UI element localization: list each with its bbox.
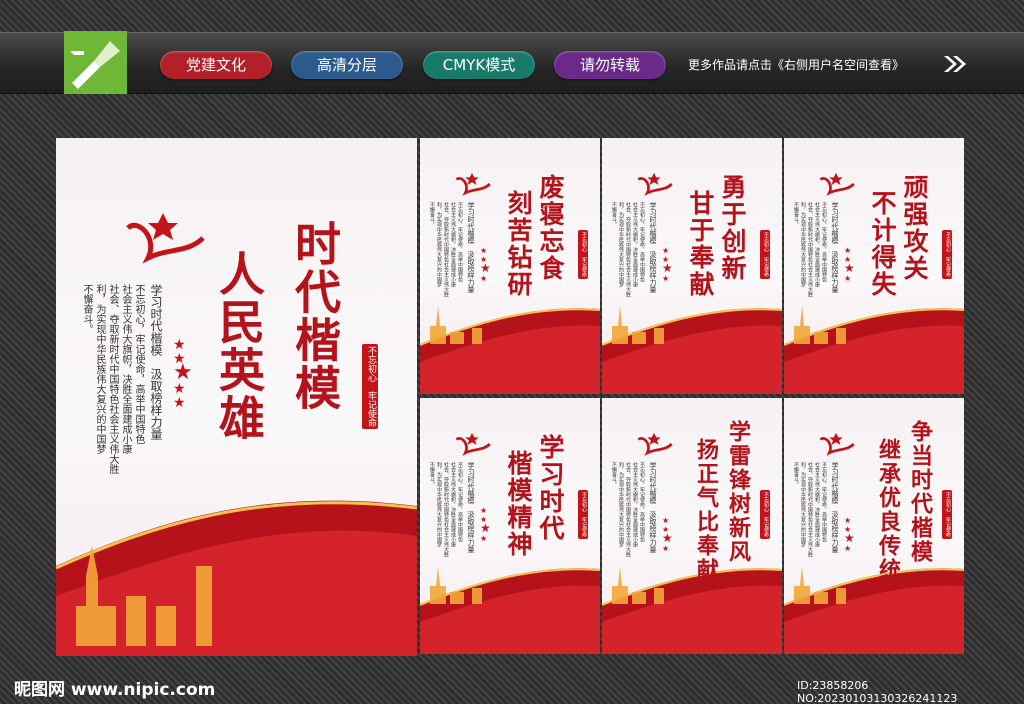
poster-title-line1: 废寝忘食 (536, 174, 565, 282)
main-body-col3: 社会、夺取新时代中国特色社会主义伟大胜 (107, 284, 118, 474)
poster-title-line2: 楷模精神 (504, 450, 533, 558)
poster-body-col4: 利，为实现中华民族伟大复兴的中国梦 (436, 462, 442, 547)
poster-body-col4: 利，为实现中华民族伟大复兴的中国梦 (800, 202, 806, 287)
tag-cmyk-mode[interactable]: CMYK模式 (423, 51, 535, 79)
star-decoration-icon: ★ ★ ★ ★ (662, 246, 673, 283)
tag-party-culture[interactable]: 党建文化 (160, 51, 272, 79)
poster-body-col4: 利，为实现中华民族伟大复兴的中国梦 (436, 202, 442, 287)
small-poster: 勇于创新 甘于奉献 ★ ★ ★ ★ 学习时代楷模 汲取榜样力量 不忘初心，牢记使命，高… (602, 138, 782, 394)
poster-body-col1: 不忘初心，牢记使命，高举中国特色 (639, 462, 645, 542)
poster-title-line1: 顽强攻关 (900, 174, 929, 282)
main-subtitle: 学习时代楷模 汲取榜样力量 (149, 284, 163, 440)
poster-body-col3: 社会、夺取新时代中国特色社会主义伟大胜 (443, 202, 449, 297)
site-watermark-logo: 昵图网 www.nipic.com (14, 680, 216, 700)
star-decoration-icon: ★ ★ ★ ★ (662, 516, 673, 553)
poster-seal-badge: 不忘初心 牢记使命 (578, 490, 588, 539)
poster-subtitle: 学习时代楷模 汲取榜样力量 (467, 202, 475, 293)
poster-body-col3: 社会、夺取新时代中国特色社会主义伟大胜 (625, 202, 631, 297)
poster-title-line1: 学雷锋树新风 (725, 420, 751, 564)
poster-body-col2: 社会主义伟大旗帜，决胜全面建成小康 (450, 202, 456, 287)
poster-body-col1: 不忘初心，牢记使命，高举中国特色 (639, 202, 645, 282)
poster-title-line1: 勇于创新 (718, 174, 747, 282)
star-decoration-icon: ★ ★ ★ ★ (844, 516, 855, 553)
poster-subtitle: 学习时代楷模 汲取榜样力量 (831, 462, 839, 553)
tag-hd-layers[interactable]: 高清分层 (291, 51, 403, 79)
main-body-col1: 不忘初心，牢记使命，高举中国特色 (133, 284, 144, 444)
red-wave-decoration (420, 306, 600, 394)
poster-body-col2: 社会主义伟大旗帜，决胜全面建成小康 (632, 462, 638, 547)
poster-seal-badge: 不忘初心 牢记使命 (942, 490, 952, 539)
poster-subtitle: 学习时代楷模 汲取榜样力量 (649, 202, 657, 293)
poster-body-col1: 不忘初心，牢记使命，高举中国特色 (821, 462, 827, 542)
poster-title-line2: 刻苦钻研 (504, 190, 533, 298)
china-dream-logo-icon (819, 172, 855, 196)
poster-body-col1: 不忘初心，牢记使命，高举中国特色 (457, 202, 463, 282)
small-poster: 学习时代 楷模精神 ★ ★ ★ ★ 学习时代楷模 汲取榜样力量 不忘初心，牢记使命，高… (420, 398, 600, 654)
china-dream-logo-icon (126, 213, 205, 264)
poster-body-col5: 不懈奋斗。 (793, 462, 799, 487)
main-title-col2: 人民英雄 (212, 250, 266, 442)
main-body-col5: 不懈奋斗。 (81, 284, 92, 334)
main-seal-badge: 不忘初心 牢记使命 (362, 344, 378, 429)
poster-body-col3: 社会、夺取新时代中国特色社会主义伟大胜 (807, 462, 813, 557)
main-body-col2: 社会主义伟大旗帜，决胜全面建成小康 (120, 284, 131, 454)
china-dream-logo-icon (455, 432, 491, 456)
poster-subtitle: 学习时代楷模 汲取榜样力量 (649, 462, 657, 553)
poster-body-col1: 不忘初心，牢记使命，高举中国特色 (821, 202, 827, 282)
poster-body-col3: 社会、夺取新时代中国特色社会主义伟大胜 (443, 462, 449, 557)
poster-title-line2: 甘于奉献 (686, 190, 715, 298)
double-arrow-icon[interactable] (942, 54, 968, 74)
small-poster: 顽强攻关 不计得失 ★ ★ ★ ★ 学习时代楷模 汲取榜样力量 不忘初心，牢记使命，高… (784, 138, 964, 394)
china-dream-logo-icon (637, 432, 673, 456)
star-decoration-icon: ★ ★ ★ ★ (480, 506, 491, 543)
poster-title-line2: 不计得失 (868, 190, 897, 298)
china-dream-logo-icon (637, 172, 673, 196)
small-poster: 争当时代楷模 继承优良传统 ★ ★ ★ ★ 学习时代楷模 汲取榜样力量 不忘初心，牢记… (784, 398, 964, 654)
red-wave-decoration (602, 306, 782, 394)
poster-subtitle: 学习时代楷模 汲取榜样力量 (831, 202, 839, 293)
poster-seal-badge: 不忘初心 牢记使命 (760, 490, 770, 539)
poster-title-line1: 学习时代 (536, 434, 565, 542)
poster-body-col5: 不懈奋斗。 (611, 202, 617, 227)
image-id-text: ID:23858206 NO:20230103130326241123 (797, 679, 958, 704)
poster-body-col1: 不忘初心，牢记使命，高举中国特色 (457, 462, 463, 542)
star-decoration-icon: ★ ★ ★ ★ (844, 246, 855, 283)
poster-body-col4: 利，为实现中华民族伟大复兴的中国梦 (800, 462, 806, 547)
main-title-col1: 时代楷模 (288, 220, 342, 412)
poster-body-col5: 不懈奋斗。 (793, 202, 799, 227)
red-wave-decoration (56, 500, 417, 656)
poster-subtitle: 学习时代楷模 汲取榜样力量 (467, 462, 475, 553)
poster-title-line2: 继承优良传统 (875, 438, 901, 582)
small-poster: 学雷锋树新风 扬正气比奉献 ★ ★ ★ ★ 学习时代楷模 汲取榜样力量 不忘初心，牢记… (602, 398, 782, 654)
poster-body-col5: 不懈奋斗。 (429, 202, 435, 227)
poster-seal-badge: 不忘初心 牢记使命 (942, 230, 952, 279)
poster-body-col2: 社会主义伟大旗帜，决胜全面建成小康 (450, 462, 456, 547)
red-wave-decoration (420, 566, 600, 654)
star-decoration-icon: ★ ★ ★ ★ (480, 246, 491, 283)
poster-body-col2: 社会主义伟大旗帜，决胜全面建成小康 (814, 202, 820, 287)
poster-body-col3: 社会、夺取新时代中国特色社会主义伟大胜 (807, 202, 813, 297)
pen-logo-icon[interactable] (64, 31, 127, 94)
poster-body-col2: 社会主义伟大旗帜，决胜全面建成小康 (814, 462, 820, 547)
main-poster: 时代楷模 人民英雄 ★ ★ ★ ★ ★ 学习时代楷模 汲取榜样力量 不忘初心，牢记使命，… (56, 138, 417, 656)
more-works-link[interactable]: 更多作品请点击《右侧用户名空间查看》 (688, 56, 904, 73)
main-body-col4: 利，为实现中华民族伟大复兴的中国梦 (94, 284, 105, 454)
poster-body-col3: 社会、夺取新时代中国特色社会主义伟大胜 (625, 462, 631, 557)
poster-seal-badge: 不忘初心 牢记使命 (760, 230, 770, 279)
poster-body-col4: 利，为实现中华民族伟大复兴的中国梦 (618, 202, 624, 287)
china-dream-logo-icon (455, 172, 491, 196)
small-poster: 废寝忘食 刻苦钻研 ★ ★ ★ ★ 学习时代楷模 汲取榜样力量 不忘初心，牢记使命，高… (420, 138, 600, 394)
poster-body-col5: 不懈奋斗。 (429, 462, 435, 487)
poster-body-col5: 不懈奋斗。 (611, 462, 617, 487)
poster-body-col4: 利，为实现中华民族伟大复兴的中国梦 (618, 462, 624, 547)
red-wave-decoration (784, 306, 964, 394)
star-decoration-icon: ★ ★ ★ ★ ★ (173, 337, 193, 411)
china-dream-logo-icon (819, 432, 855, 456)
poster-title-line1: 争当时代楷模 (907, 420, 933, 564)
tag-no-reprint[interactable]: 请勿转载 (554, 51, 666, 79)
poster-seal-badge: 不忘初心 牢记使命 (578, 230, 588, 279)
poster-body-col2: 社会主义伟大旗帜，决胜全面建成小康 (632, 202, 638, 287)
poster-title-line2: 扬正气比奉献 (693, 438, 719, 582)
